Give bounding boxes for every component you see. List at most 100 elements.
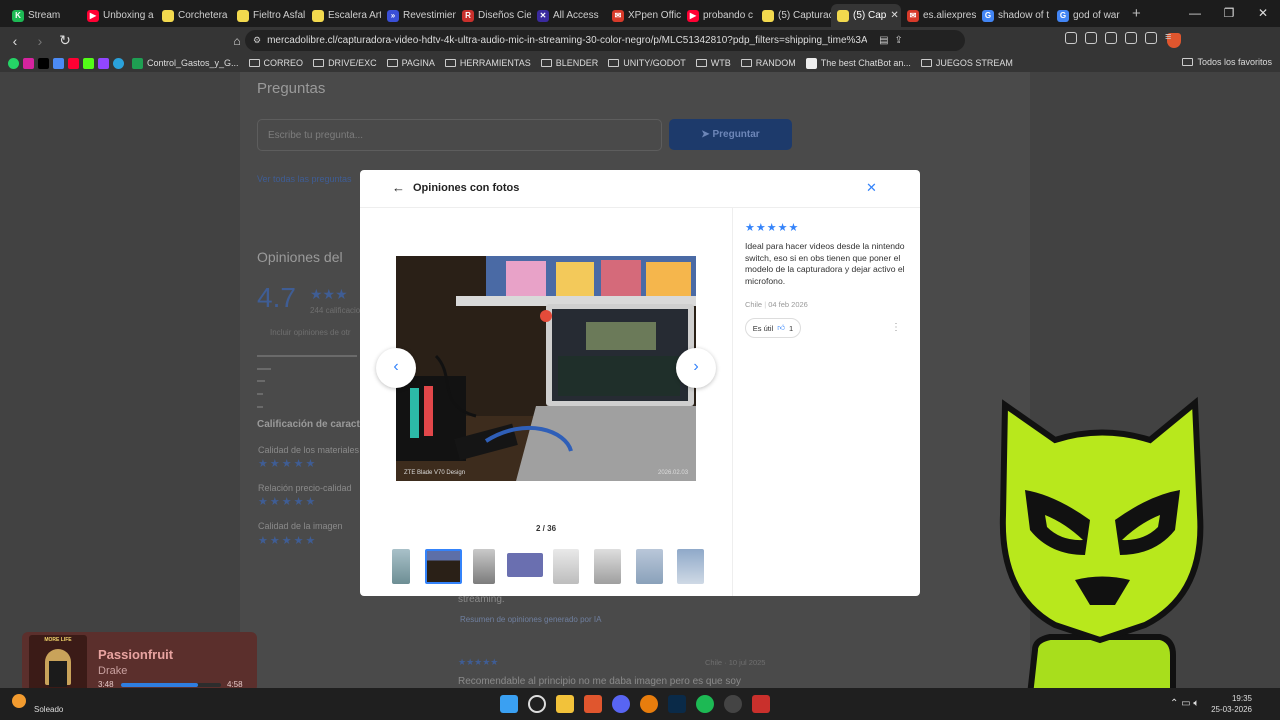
windows-start-icon[interactable]: [500, 695, 518, 713]
bookmark-item[interactable]: PAGINA: [386, 58, 435, 69]
drive-icon[interactable]: [53, 57, 64, 69]
question-input[interactable]: Escribe tu pregunta...: [257, 119, 662, 151]
back-icon[interactable]: ‹: [5, 33, 25, 49]
tab[interactable]: Gshadow of t: [976, 4, 1051, 27]
bookmark-item[interactable]: HERRAMIENTAS: [444, 58, 531, 69]
bookmark-item[interactable]: CORREO: [248, 58, 303, 69]
discord-icon[interactable]: [612, 695, 630, 713]
reload-icon[interactable]: ↻: [55, 32, 75, 49]
reader-icon[interactable]: ▤: [879, 35, 888, 46]
bookmark-item[interactable]: DRIVE/EXC: [313, 58, 377, 69]
folder-icon: [386, 59, 398, 67]
now-playing-widget: MORE LIFE Passionfruit Drake 3:48 4:58: [22, 632, 257, 692]
kick-icon[interactable]: [83, 57, 94, 69]
photoshop-icon[interactable]: [668, 695, 686, 713]
site-info-icon[interactable]: ⚙: [253, 35, 261, 46]
tab-active[interactable]: (5) Cap ✕: [831, 4, 901, 27]
bookmark-item[interactable]: BLENDER: [540, 58, 598, 69]
thumbnail[interactable]: [553, 549, 579, 584]
thumbnail[interactable]: [677, 549, 704, 584]
vpn-icon[interactable]: [1145, 32, 1157, 44]
useful-button[interactable]: Es útil 👍︎ 1: [745, 318, 801, 338]
tab-favicon-icon: ▶: [87, 9, 99, 22]
download-icon[interactable]: [1065, 32, 1077, 44]
bookmark-item[interactable]: JUEGOS STREAM: [920, 58, 1013, 69]
x-icon[interactable]: [38, 57, 49, 69]
bookmark-item[interactable]: WTB: [695, 58, 731, 69]
thumbnail[interactable]: [594, 549, 621, 584]
thumbnail-strip: [392, 547, 707, 587]
spotify-icon[interactable]: [696, 695, 714, 713]
criteria-label-2: Relación precio-calidad: [258, 483, 352, 493]
tab[interactable]: Escalera Art: [306, 4, 381, 27]
tab[interactable]: Fieltro Asfal: [231, 4, 306, 27]
prev-photo-button[interactable]: ‹: [376, 348, 416, 388]
close-icon[interactable]: ✕: [866, 180, 877, 196]
tab[interactable]: ✕ All Access: [531, 4, 606, 27]
tab[interactable]: Ggod of war: [1051, 4, 1126, 27]
forward-icon[interactable]: ›: [30, 33, 50, 49]
bookmark-item[interactable]: Control_Gastos_y_G...: [132, 57, 239, 69]
tab[interactable]: » Revestimien: [381, 4, 456, 27]
instagram-icon[interactable]: [23, 57, 34, 69]
new-tab-button[interactable]: +: [1132, 5, 1141, 22]
bookmark-icon[interactable]: ⌂: [227, 34, 247, 48]
more-options-icon[interactable]: ⋮: [891, 322, 901, 333]
leo-icon[interactable]: [1125, 32, 1137, 44]
blender-icon[interactable]: [640, 695, 658, 713]
tab-close-icon[interactable]: ✕: [890, 10, 898, 21]
sidebar-icon[interactable]: [1085, 32, 1097, 44]
tab[interactable]: ✉ es.aliexpres: [901, 4, 976, 27]
thumbnail[interactable]: [507, 553, 543, 577]
file-explorer-icon[interactable]: [556, 695, 574, 713]
whatsapp-icon[interactable]: [8, 57, 19, 69]
search-icon[interactable]: [528, 695, 546, 713]
rating-bar-1: [257, 406, 263, 408]
twitch-icon[interactable]: [98, 57, 109, 69]
back-arrow-icon[interactable]: ←: [392, 180, 405, 195]
tab-label: Revestimien: [403, 10, 456, 21]
include-reviews-toggle[interactable]: Incluir opiniones de otr: [270, 328, 351, 337]
taskbar-apps: [500, 695, 770, 713]
thumbnail[interactable]: [636, 549, 663, 584]
all-favorites[interactable]: Todos los favoritos: [1182, 57, 1272, 67]
minimize-icon[interactable]: —: [1178, 0, 1212, 27]
tab[interactable]: ▶ Unboxing a: [81, 4, 156, 27]
system-tray[interactable]: ⌃ ▭ 🔈︎: [1170, 698, 1199, 709]
tab[interactable]: K Stream: [6, 4, 81, 27]
app-icon[interactable]: [752, 695, 770, 713]
close-window-icon[interactable]: ✕: [1246, 0, 1280, 27]
see-all-questions-link[interactable]: Ver todas las preguntas: [257, 174, 352, 184]
clock[interactable]: 19:35 25-03-2026: [1206, 693, 1252, 715]
thumbnail-selected[interactable]: [425, 549, 462, 584]
tab[interactable]: ▶ probando c: [681, 4, 756, 27]
all-favorites-label: Todos los favoritos: [1197, 57, 1272, 67]
wallet-icon[interactable]: [1105, 32, 1117, 44]
brave-icon[interactable]: [584, 695, 602, 713]
bookmark-label: RANDOM: [755, 58, 796, 68]
bookmark-item[interactable]: RANDOM: [740, 58, 796, 69]
thumbnail[interactable]: [473, 549, 495, 584]
restore-icon[interactable]: ❐: [1212, 0, 1246, 27]
folder-icon: [540, 59, 552, 67]
tab[interactable]: R Diseños Cie: [456, 4, 531, 27]
url-bar[interactable]: ⚙ mercadolibre.cl/capturadora-video-hdtv…: [245, 30, 1181, 51]
modal-header: ← Opiniones con fotos ✕: [360, 170, 920, 208]
tab[interactable]: (5) Capturac: [756, 4, 831, 27]
telegram-icon[interactable]: [113, 57, 124, 69]
thumbnail[interactable]: [392, 549, 410, 584]
youtube-icon[interactable]: [68, 57, 79, 69]
bookmark-item[interactable]: UNITY/GODOT: [608, 58, 686, 69]
ask-button[interactable]: ➤ Preguntar: [669, 119, 792, 150]
menu-icon[interactable]: ≡: [1165, 32, 1177, 44]
song-progress-bar[interactable]: [121, 683, 221, 687]
tab[interactable]: ✉ XPpen Offic: [606, 4, 681, 27]
tab-favicon-icon: G: [1057, 9, 1069, 22]
tab[interactable]: Corchetera: [156, 4, 231, 27]
obs-icon[interactable]: [724, 695, 742, 713]
next-photo-button[interactable]: ›: [676, 348, 716, 388]
bookmark-item[interactable]: The best ChatBot an...: [805, 57, 911, 69]
share-icon[interactable]: ⇪: [895, 35, 903, 46]
criteria-stars-3: ★★★★★: [258, 535, 318, 547]
tab-label: probando c: [703, 10, 754, 21]
